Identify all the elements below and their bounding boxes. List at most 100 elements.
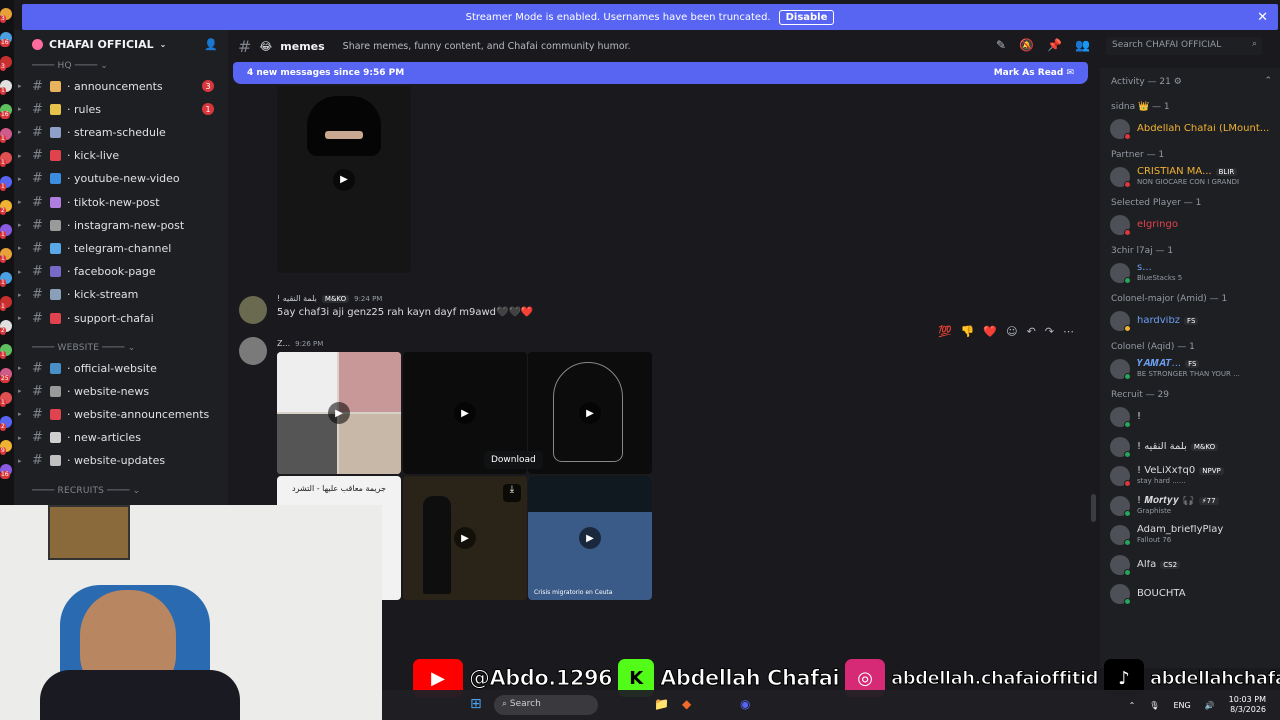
- member-list-icon[interactable]: 👥: [1075, 38, 1090, 52]
- server-icon[interactable]: 1: [0, 152, 12, 167]
- channel-item[interactable]: ▸ # · instagram-new-post: [18, 215, 224, 235]
- close-icon[interactable]: ✕: [1257, 10, 1268, 25]
- play-icon[interactable]: ▶: [333, 168, 355, 191]
- discord-icon[interactable]: ◉: [740, 697, 750, 711]
- channel-item[interactable]: ▸ # · new-articles: [18, 428, 224, 448]
- server-icon[interactable]: 1: [0, 296, 12, 311]
- invite-people-icon[interactable]: 👤: [204, 38, 218, 52]
- threads-icon[interactable]: ✎: [996, 38, 1006, 52]
- user-avatar[interactable]: [239, 337, 267, 365]
- channel-item[interactable]: ▸ # · tiktok-new-post: [18, 192, 224, 212]
- download-icon[interactable]: ⤓: [503, 484, 521, 502]
- member-item[interactable]: !: [1110, 404, 1276, 430]
- server-icon[interactable]: 3: [0, 8, 12, 23]
- microphone-icon[interactable]: 🎙: [1149, 701, 1159, 710]
- member-item[interactable]: BOUCHTA: [1110, 581, 1276, 607]
- clock[interactable]: 10:03 PM 8/3/2026: [1229, 695, 1266, 715]
- play-icon[interactable]: ▶: [328, 402, 350, 424]
- member-item[interactable]: s... BlueStacks 5: [1110, 260, 1276, 286]
- disable-button[interactable]: Disable: [778, 9, 835, 25]
- forward-icon[interactable]: ↷: [1045, 325, 1054, 338]
- server-icon[interactable]: 1: [0, 224, 12, 239]
- server-icon[interactable]: 1: [0, 272, 12, 287]
- server-icon[interactable]: 9: [0, 440, 12, 455]
- reply-icon[interactable]: ↶: [1027, 325, 1036, 338]
- reaction-100-icon[interactable]: 💯: [938, 325, 952, 338]
- play-icon[interactable]: ▶: [579, 402, 601, 424]
- channel-item[interactable]: ▸ # · support-chafai: [18, 308, 224, 328]
- server-icon[interactable]: 16: [0, 32, 12, 47]
- channel-item[interactable]: ▸ # · announcements 3: [18, 76, 224, 96]
- play-icon[interactable]: ▶: [454, 527, 476, 549]
- channel-item[interactable]: ▸ # · kick-stream: [18, 285, 224, 305]
- status-indicator: [1124, 373, 1131, 380]
- channel-item[interactable]: ▸ # · telegram-channel: [18, 238, 224, 258]
- server-icon[interactable]: 16: [0, 104, 12, 119]
- server-icon[interactable]: 1: [0, 80, 12, 95]
- file-explorer-icon[interactable]: 📁: [654, 697, 669, 711]
- channel-item[interactable]: ▸ # · rules 1: [18, 99, 224, 119]
- chevron-up-icon[interactable]: ⌃: [1129, 701, 1136, 710]
- member-item[interactable]: ! 𝑴𝒐𝒓𝒕𝒚𝒚 🎧 ⚡77 Graphiste: [1110, 493, 1276, 519]
- server-icon[interactable]: 2: [0, 320, 12, 335]
- member-item[interactable]: CRISTIAN MA... BLIR NON GIOCARE CON I GRAN…: [1110, 164, 1276, 190]
- server-icon[interactable]: 2: [0, 200, 12, 215]
- member-item[interactable]: Adam_brieflyPlay Fallout 76: [1110, 522, 1276, 548]
- volume-icon[interactable]: 🔊: [1205, 701, 1215, 710]
- start-icon[interactable]: ⊞: [470, 696, 482, 712]
- member-item[interactable]: hardvibz FS: [1110, 308, 1276, 334]
- chevron-up-icon[interactable]: ⌃: [1264, 76, 1272, 86]
- search-input[interactable]: Search CHAFAI OFFICIAL ⌕: [1106, 37, 1262, 55]
- pin-icon[interactable]: 📌: [1047, 38, 1062, 52]
- channel-item[interactable]: ▸ # · facebook-page: [18, 262, 224, 282]
- activity-header[interactable]: Activity — 21 ⚙: [1111, 77, 1182, 87]
- message-author[interactable]: ! بلمة النقيه: [277, 294, 317, 303]
- category-hq[interactable]: ──── HQ ──── ⌄: [32, 61, 108, 71]
- channel-item[interactable]: ▸ # · official-website: [18, 358, 224, 378]
- reaction-thumbsdown-icon[interactable]: 👎: [961, 325, 975, 338]
- video-attachment[interactable]: ▶: [528, 352, 652, 474]
- member-item[interactable]: Alfa CS2: [1110, 552, 1276, 578]
- server-icon[interactable]: 25: [0, 368, 12, 383]
- user-avatar[interactable]: [239, 296, 267, 324]
- scrollbar[interactable]: [1091, 494, 1096, 522]
- video-attachment[interactable]: ▶: [277, 86, 411, 273]
- member-item[interactable]: ! بلمة النقيه M&KO: [1110, 434, 1276, 460]
- play-icon[interactable]: ▶: [579, 527, 601, 549]
- channel-item[interactable]: ▸ # · website-news: [18, 381, 224, 401]
- server-icon[interactable]: 1: [0, 344, 12, 359]
- server-icon[interactable]: 1: [0, 248, 12, 263]
- member-item[interactable]: Abdellah Chafai (LMount...: [1110, 116, 1276, 142]
- server-icon[interactable]: 2: [0, 416, 12, 431]
- more-icon[interactable]: ⋯: [1063, 325, 1074, 338]
- channel-item[interactable]: ▸ # · website-updates: [18, 451, 224, 471]
- play-icon[interactable]: ▶: [454, 402, 476, 424]
- brave-icon[interactable]: ◆: [682, 697, 691, 711]
- server-icon[interactable]: 16: [0, 464, 12, 479]
- server-name[interactable]: CHAFAI OFFICIAL ⌄: [32, 38, 166, 51]
- reaction-heart-icon[interactable]: ❤️: [983, 325, 997, 338]
- video-attachment[interactable]: ▶: [277, 352, 401, 474]
- mark-as-read-button[interactable]: Mark As Read ✉: [994, 68, 1074, 78]
- category-website[interactable]: ──── WEBSITE ──── ⌄: [32, 343, 135, 353]
- member-item[interactable]: ! VeLiXx†q0 NPVP stay hard ......: [1110, 463, 1276, 489]
- notification-bell-icon[interactable]: 🔕: [1019, 38, 1034, 52]
- server-icon[interactable]: 1: [0, 128, 12, 143]
- server-icon[interactable]: 1: [0, 176, 12, 191]
- member-item[interactable]: elgringo: [1110, 212, 1276, 238]
- add-reaction-icon[interactable]: ☺: [1006, 325, 1017, 338]
- video-attachment[interactable]: ▶ ⤓: [403, 476, 527, 600]
- language-indicator[interactable]: ENG: [1173, 701, 1190, 710]
- video-attachment[interactable]: ▶ Crisis migratorio en Ceuta: [528, 476, 652, 600]
- channel-item[interactable]: ▸ # · kick-live: [18, 146, 224, 166]
- taskbar-search[interactable]: ⌕ Search: [494, 695, 598, 715]
- member-item[interactable]: 𝒀𝑨𝑴𝑨𝑻... FS BE STRONGER THAN YOUR ...: [1110, 356, 1276, 382]
- category-recruits[interactable]: ──── RECRUITS ──── ⌄: [32, 486, 140, 496]
- new-messages-bar[interactable]: 4 new messages since 9:56 PM Mark As Rea…: [233, 62, 1088, 84]
- channel-item[interactable]: ▸ # · website-announcements: [18, 404, 224, 424]
- server-icon[interactable]: 1: [0, 392, 12, 407]
- channel-item[interactable]: ▸ # · stream-schedule: [18, 122, 224, 142]
- channel-item[interactable]: ▸ # · youtube-new-video: [18, 169, 224, 189]
- message-author[interactable]: Z...: [277, 339, 290, 348]
- server-icon[interactable]: 3: [0, 56, 12, 71]
